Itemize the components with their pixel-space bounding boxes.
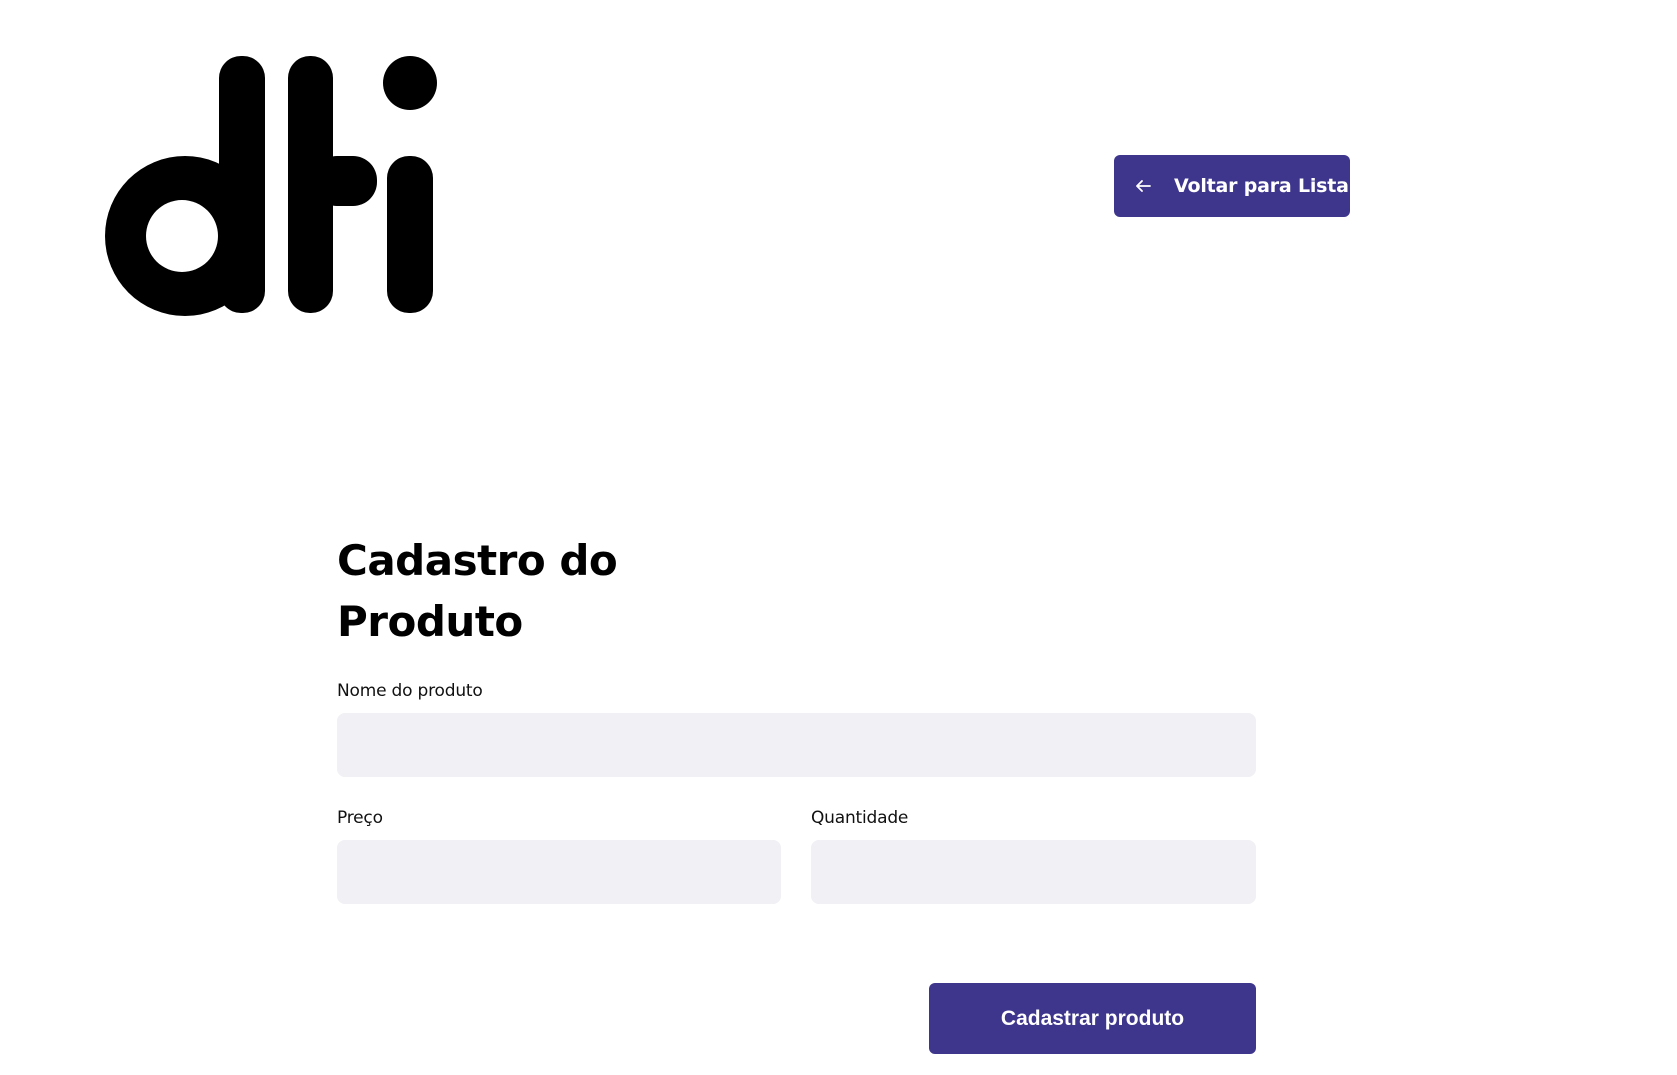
page-title: Cadastro do Produto — [337, 536, 618, 646]
price-input[interactable] — [337, 840, 781, 904]
product-name-label: Nome do produto — [337, 681, 483, 701]
quantity-label: Quantidade — [811, 808, 909, 828]
dti-logo — [103, 56, 441, 320]
register-product-button[interactable]: Cadastrar produto — [929, 983, 1256, 1054]
back-to-list-label: Voltar para Lista — [1174, 175, 1349, 197]
arrow-left-icon — [1134, 177, 1152, 195]
back-to-list-button[interactable]: Voltar para Lista — [1114, 155, 1350, 217]
price-label: Preço — [337, 808, 383, 828]
dti-logo-icon — [105, 56, 437, 316]
product-name-input[interactable] — [337, 713, 1256, 777]
quantity-input[interactable] — [811, 840, 1256, 904]
